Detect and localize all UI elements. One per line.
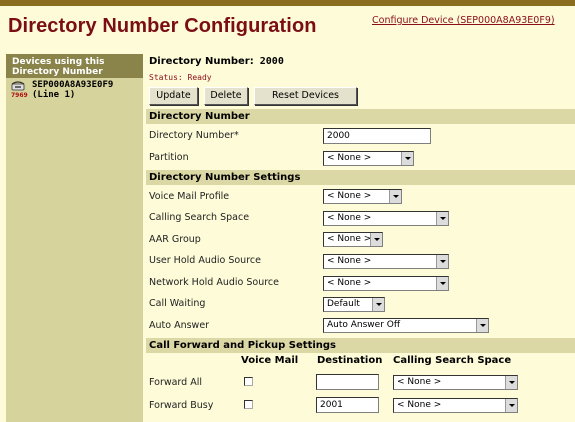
chevron-down-icon bbox=[476, 319, 488, 332]
chevron-down-icon bbox=[505, 399, 517, 412]
user-hold-audio-select[interactable]: < None > bbox=[323, 254, 449, 269]
forward-busy-destination-input[interactable]: 2001 bbox=[316, 397, 379, 413]
forward-all-destination-input[interactable] bbox=[316, 374, 379, 390]
aar-group-select[interactable]: < None > bbox=[323, 232, 383, 247]
forward-busy-css-value: < None > bbox=[397, 400, 442, 410]
chevron-down-icon bbox=[436, 277, 448, 290]
dn-heading-label: Directory Number: bbox=[149, 56, 254, 67]
phone-icon bbox=[11, 81, 25, 91]
phone-extension-label: 7969 bbox=[11, 92, 28, 99]
auto-answer-select[interactable]: Auto Answer Off bbox=[323, 318, 489, 333]
dn-heading: Directory Number: 2000 bbox=[149, 56, 284, 67]
network-hold-audio-select[interactable]: < None > bbox=[323, 276, 449, 291]
status-text: Status: Ready bbox=[149, 73, 212, 82]
reset-devices-button[interactable]: Reset Devices bbox=[254, 87, 357, 105]
auto-answer-label: Auto Answer bbox=[149, 320, 210, 331]
sidebar-device-link[interactable]: 7969 SEP000A8A93E0F9 (Line 1) bbox=[6, 78, 143, 102]
network-hold-audio-value: < None > bbox=[327, 278, 372, 288]
call-waiting-value: Default bbox=[327, 299, 360, 309]
forward-busy-voicemail-checkbox[interactable] bbox=[244, 400, 253, 409]
calling-search-space-value: < None > bbox=[327, 213, 372, 223]
calling-search-space-label: Calling Search Space bbox=[149, 212, 250, 223]
partition-value: < None > bbox=[327, 153, 372, 163]
chevron-down-icon bbox=[401, 152, 413, 165]
voice-mail-profile-value: < None > bbox=[327, 191, 372, 201]
forward-busy-css-select[interactable]: < None > bbox=[393, 398, 518, 413]
section-dn-settings: Directory Number Settings bbox=[146, 170, 575, 185]
partition-select[interactable]: < None > bbox=[323, 151, 414, 166]
partition-label: Partition bbox=[149, 152, 189, 163]
aar-group-label: AAR Group bbox=[149, 234, 201, 245]
delete-button[interactable]: Delete bbox=[204, 87, 248, 105]
chevron-down-icon bbox=[505, 376, 517, 389]
device-name: SEP000A8A93E0F9 bbox=[32, 80, 114, 90]
call-waiting-select[interactable]: Default bbox=[323, 297, 385, 312]
forward-busy-label: Forward Busy bbox=[149, 400, 214, 411]
chevron-down-icon bbox=[436, 212, 448, 225]
auto-answer-value: Auto Answer Off bbox=[327, 320, 401, 330]
network-hold-audio-label: Network Hold Audio Source bbox=[149, 277, 279, 288]
voice-mail-profile-select[interactable]: < None > bbox=[323, 189, 402, 204]
aar-group-value: < None > bbox=[327, 234, 372, 244]
column-calling-search-space: Calling Search Space bbox=[393, 355, 512, 366]
chevron-down-icon bbox=[389, 190, 401, 203]
user-hold-audio-label: User Hold Audio Source bbox=[149, 255, 261, 266]
device-line: (Line 1) bbox=[32, 90, 76, 100]
directory-number-label: Directory Number* bbox=[149, 130, 239, 141]
chevron-down-icon bbox=[370, 233, 382, 246]
chevron-down-icon bbox=[372, 298, 384, 311]
update-button[interactable]: Update bbox=[149, 87, 198, 105]
forward-all-css-value: < None > bbox=[397, 377, 442, 387]
chevron-down-icon bbox=[436, 255, 448, 268]
forward-all-voicemail-checkbox[interactable] bbox=[244, 377, 253, 386]
voice-mail-profile-label: Voice Mail Profile bbox=[149, 191, 230, 202]
sidebar: Devices using this Directory Number 7969… bbox=[6, 54, 143, 422]
header: Directory Number Configuration Configure… bbox=[0, 6, 575, 48]
page-title: Directory Number Configuration bbox=[8, 15, 317, 37]
user-hold-audio-value: < None > bbox=[327, 256, 372, 266]
dn-heading-value: 2000 bbox=[259, 56, 284, 67]
section-directory-number: Directory Number bbox=[146, 109, 575, 124]
call-waiting-label: Call Waiting bbox=[149, 298, 206, 309]
section-call-forward: Call Forward and Pickup Settings bbox=[146, 338, 575, 353]
calling-search-space-select[interactable]: < None > bbox=[323, 211, 449, 226]
forward-all-label: Forward All bbox=[149, 377, 203, 388]
forward-all-css-select[interactable]: < None > bbox=[393, 375, 518, 390]
column-voice-mail: Voice Mail bbox=[241, 355, 299, 366]
column-destination: Destination bbox=[317, 355, 383, 366]
directory-number-input[interactable]: 2000 bbox=[323, 128, 431, 144]
configure-device-link[interactable]: Configure Device (SEP000A8A93E0F9) bbox=[372, 15, 555, 26]
sidebar-heading: Devices using this Directory Number bbox=[6, 54, 143, 78]
